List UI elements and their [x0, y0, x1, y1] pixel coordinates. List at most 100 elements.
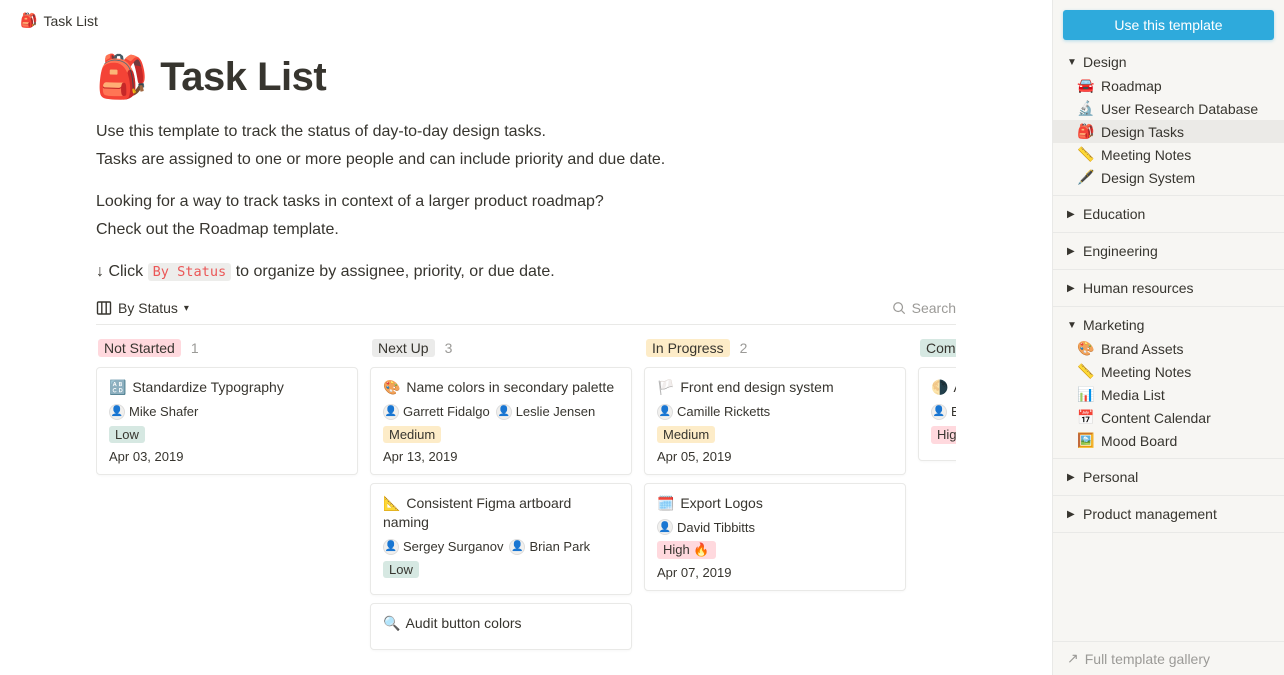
nav-section-label: Personal: [1083, 469, 1138, 485]
board-column: Next Up3🎨 Name colors in secondary palet…: [370, 337, 632, 658]
card-date: Apr 13, 2019: [383, 449, 619, 464]
task-card[interactable]: 🎨 Name colors in secondary palette👤Garre…: [370, 367, 632, 475]
avatar: 👤: [109, 404, 125, 420]
nav-item[interactable]: 🖋️ Design System: [1053, 166, 1284, 189]
assignee-name: Leslie Jensen: [516, 404, 596, 419]
nav-section: ▼Design🚘Roadmap🔬User Research Database🎒D…: [1053, 44, 1284, 196]
task-card[interactable]: 🏳️ Front end design system 👤 Camille Ricke…: [644, 367, 906, 475]
priority-badge: Low: [109, 426, 145, 443]
main-area: 🎒 Task List 🎒 Task List Use this templat…: [0, 0, 1052, 675]
task-card[interactable]: 🌗 Audit text contrast accessibility👤Ben …: [918, 367, 956, 461]
page-icon[interactable]: 🎒: [96, 53, 148, 102]
nav-item[interactable]: 📊Media List: [1053, 383, 1284, 406]
nav-section-header[interactable]: ▶Engineering: [1053, 239, 1284, 263]
nav-item-icon: 📏: [1077, 146, 1095, 163]
assignee: 👤Leslie Jensen: [496, 404, 596, 420]
nav-item-icon: 🔬: [1077, 100, 1095, 117]
nav-item[interactable]: 🖼️Mood Board: [1053, 429, 1284, 452]
caret-down-icon: ▼: [1067, 57, 1077, 68]
nav-item[interactable]: 🎨 Brand Assets: [1053, 337, 1284, 360]
nav-section-label: Design: [1083, 54, 1127, 70]
column-label: In Progress: [646, 339, 730, 357]
nav-section-header[interactable]: ▶ Personal: [1053, 465, 1284, 489]
task-card[interactable]: 📐 Consistent Figma artboard naming👤Serge…: [370, 483, 632, 595]
nav-item-icon: 🚘: [1077, 77, 1095, 94]
view-selector[interactable]: By Status ▾: [96, 300, 189, 316]
nav-item-label: Brand Assets: [1101, 341, 1184, 357]
nav-item[interactable]: 📏Meeting Notes: [1053, 143, 1284, 166]
assignee-name: Mike Shafer: [129, 404, 198, 419]
nav-section-header[interactable]: ▶Education: [1053, 202, 1284, 226]
nav-section-header[interactable]: ▼Marketing: [1053, 313, 1284, 337]
breadcrumb[interactable]: 🎒 Task List: [0, 0, 1052, 33]
use-template-button[interactable]: Use this template: [1063, 10, 1274, 40]
card-icon: 🌗: [931, 379, 948, 395]
kanban-board: Not Started1🔠 Standardize Typography👤Mik…: [96, 325, 956, 658]
avatar: 👤: [383, 539, 399, 555]
caret-right-icon: ▶: [1067, 472, 1077, 483]
column-header: In Progress 2: [644, 337, 906, 367]
nav-section: ▶Human resources: [1053, 270, 1284, 307]
card-icon: 🔍: [383, 615, 400, 631]
card-icon: 🔠: [109, 379, 126, 395]
column-label: Not Started: [98, 339, 181, 357]
nav-section-header[interactable]: ▼ Design: [1053, 50, 1284, 74]
sidebar-nav: ▼Design🚘Roadmap🔬User Research Database🎒D…: [1053, 44, 1284, 533]
assignee-name: Camille Ricketts: [677, 404, 770, 419]
nav-item[interactable]: 📏Meeting Notes: [1053, 360, 1284, 383]
card-assignees: 👤David Tibbitts: [657, 519, 893, 535]
card-title: 🏳️ Front end design system: [657, 378, 893, 398]
card-icon: 📐: [383, 495, 400, 511]
nav-item-icon: 🖋️: [1077, 169, 1095, 186]
column-header: Completed1: [918, 337, 956, 367]
nav-item[interactable]: 🔬 User Research Database: [1053, 97, 1284, 120]
board-column: Completed1🌗 Audit text contrast accessib…: [918, 337, 956, 658]
priority-badge: Low: [383, 561, 419, 578]
nav-item-icon: 📅: [1077, 409, 1095, 426]
nav-section-header[interactable]: ▶Human resources: [1053, 276, 1284, 300]
nav-item[interactable]: 🎒Design Tasks: [1053, 120, 1284, 143]
card-title: 🗓️ Export Logos: [657, 494, 893, 514]
column-label: Completed: [920, 339, 956, 357]
nav-item-label: Design System: [1101, 170, 1195, 186]
card-assignees: 👤 Garrett Fidalgo 👤Leslie Jensen: [383, 404, 619, 420]
card-icon: 🎨: [383, 379, 400, 395]
nav-item-label: User Research Database: [1101, 101, 1258, 117]
assignee: 👤 Garrett Fidalgo: [383, 404, 490, 420]
search-input[interactable]: Search: [892, 300, 956, 316]
nav-item-label: Media List: [1101, 387, 1165, 403]
avatar: 👤: [383, 404, 399, 420]
nav-item[interactable]: 🚘Roadmap: [1053, 74, 1284, 97]
column-header: Next Up3: [370, 337, 632, 367]
nav-item[interactable]: 📅 Content Calendar: [1053, 406, 1284, 429]
nav-section-label: Product management: [1083, 506, 1217, 522]
nav-item-icon: 📏: [1077, 363, 1095, 380]
task-card[interactable]: 🔠 Standardize Typography👤Mike ShaferLowA…: [96, 367, 358, 475]
assignee-name: Garrett Fidalgo: [403, 404, 490, 419]
nav-item-label: Content Calendar: [1101, 410, 1211, 426]
card-title: 🔠 Standardize Typography: [109, 378, 345, 398]
priority-badge: Medium: [383, 426, 441, 443]
board-icon: [96, 300, 112, 316]
priority-badge: High 🔥: [657, 541, 716, 559]
nav-item-icon: 🎨: [1077, 340, 1095, 357]
nav-section-header[interactable]: ▶Product management: [1053, 502, 1284, 526]
column-count: 2: [740, 340, 748, 356]
caret-down-icon: ▼: [1067, 320, 1077, 331]
priority-badge: Medium: [657, 426, 715, 443]
card-date: Apr 07, 2019: [657, 565, 893, 580]
nav-section: ▶ Personal: [1053, 459, 1284, 496]
search-icon: [892, 301, 906, 315]
assignee: 👤Ben Lang: [931, 404, 956, 420]
nav-item-label: Mood Board: [1101, 433, 1177, 449]
task-card[interactable]: 🔍 Audit button colors: [370, 603, 632, 651]
board-column: Not Started1🔠 Standardize Typography👤Mik…: [96, 337, 358, 658]
board-column: In Progress 2 🏳️ Front end design system 👤 C…: [644, 337, 906, 658]
avatar: 👤: [657, 404, 673, 420]
help-line: ↓ Click By Status to organize by assigne…: [96, 260, 956, 284]
nav-item-icon: 🎒: [1077, 123, 1095, 140]
search-placeholder: Search: [912, 300, 956, 316]
card-date: Apr 05, 2019: [657, 449, 893, 464]
full-template-gallery-link[interactable]: ↗ Full template gallery: [1053, 641, 1284, 675]
task-card[interactable]: 🗓️ Export Logos 👤David Tibbitts High 🔥 Apr …: [644, 483, 906, 592]
